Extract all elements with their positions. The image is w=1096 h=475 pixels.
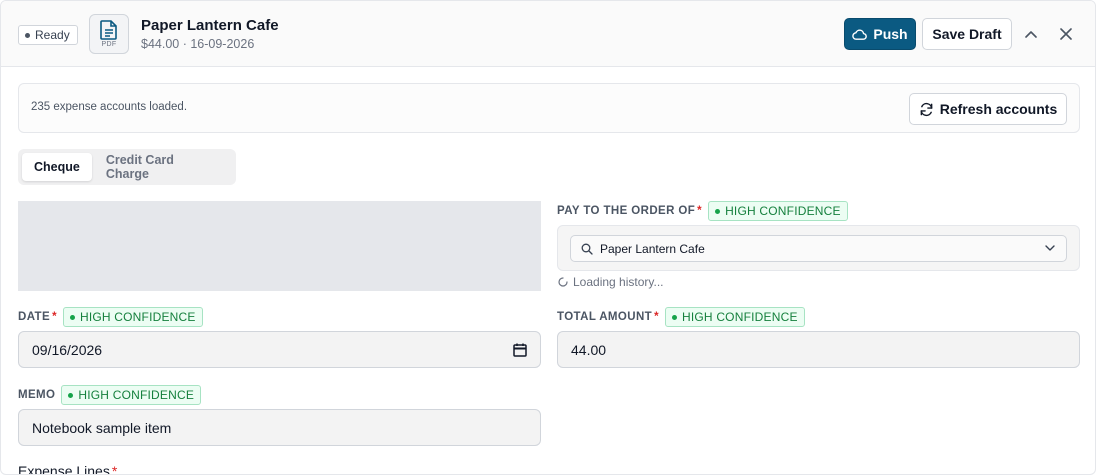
- payee-label-row: PAY TO THE ORDER OF * HIGH CONFIDENCE: [557, 201, 848, 221]
- confidence-badge: HIGH CONFIDENCE: [664, 307, 805, 327]
- close-icon: [1060, 28, 1072, 40]
- date-value: 09/16/2026: [32, 341, 103, 358]
- memo-label-row: MEMO HIGH CONFIDENCE: [18, 385, 202, 405]
- push-button[interactable]: Push: [844, 18, 916, 50]
- payee-label: PAY TO THE ORDER OF *: [557, 205, 703, 217]
- save-draft-button[interactable]: Save Draft: [922, 18, 1012, 50]
- payee-field-container: Paper Lantern Cafe: [557, 225, 1080, 271]
- collapse-button[interactable]: [1021, 24, 1041, 44]
- close-button[interactable]: [1056, 24, 1076, 44]
- tab-credit-card-charge[interactable]: Credit Card Charge: [94, 153, 232, 181]
- refresh-label: Refresh accounts: [939, 101, 1058, 117]
- required-mark: *: [52, 311, 57, 323]
- receipt-image-placeholder: [18, 201, 541, 291]
- required-mark: *: [111, 463, 118, 475]
- date-label: DATE *: [18, 311, 57, 323]
- document-subtitle: $44.00 · 16-09-2026: [141, 37, 255, 51]
- chevron-up-icon: [1025, 31, 1037, 38]
- status-badge: Ready: [18, 25, 78, 45]
- date-label-row: DATE * HIGH CONFIDENCE: [18, 307, 203, 327]
- document-icon: [100, 20, 117, 40]
- calendar-icon[interactable]: [513, 343, 527, 357]
- transaction-type-tabs: Cheque Credit Card Charge: [18, 149, 236, 185]
- confidence-dot: [68, 392, 74, 398]
- confidence-dot: [69, 314, 75, 320]
- document-title: Paper Lantern Cafe: [141, 17, 279, 34]
- memo-label: MEMO: [18, 389, 56, 401]
- file-type-label: PDF: [101, 41, 117, 48]
- accounts-status: 235 expense accounts loaded.: [31, 101, 188, 113]
- refresh-accounts-button[interactable]: Refresh accounts: [909, 93, 1067, 125]
- status-text: Ready: [35, 28, 70, 42]
- expense-panel: Ready PDF Paper Lantern Cafe $44.00 · 16…: [0, 0, 1096, 475]
- payee-select[interactable]: Paper Lantern Cafe: [570, 235, 1067, 262]
- chevron-down-icon: [1045, 245, 1055, 251]
- required-mark: *: [697, 205, 703, 217]
- total-amount-label: TOTAL AMOUNT *: [557, 311, 659, 323]
- status-dot: [25, 32, 30, 38]
- loading-history: Loading history...: [558, 275, 664, 289]
- payee-value: Paper Lantern Cafe: [600, 241, 705, 256]
- total-amount-label-row: TOTAL AMOUNT * HIGH CONFIDENCE: [557, 307, 805, 327]
- panel-header: Ready PDF Paper Lantern Cafe $44.00 · 16…: [1, 1, 1095, 67]
- cloud-icon: [852, 29, 868, 40]
- confidence-badge: HIGH CONFIDENCE: [62, 307, 203, 327]
- expense-lines-heading: Expense Lines *: [18, 463, 118, 475]
- tab-cheque[interactable]: Cheque: [22, 153, 92, 181]
- refresh-icon: [920, 102, 933, 116]
- total-amount-input[interactable]: 44.00: [557, 331, 1080, 368]
- search-icon: [581, 243, 593, 255]
- required-mark: *: [654, 311, 659, 323]
- memo-value: Notebook sample item: [32, 419, 172, 436]
- confidence-dot: [671, 314, 677, 320]
- pdf-file-icon[interactable]: PDF: [89, 14, 129, 54]
- confidence-badge: HIGH CONFIDENCE: [708, 201, 848, 221]
- accounts-bar: 235 expense accounts loaded. Refresh acc…: [18, 83, 1080, 133]
- spinner-icon: [558, 277, 568, 287]
- push-label: Push: [873, 26, 908, 42]
- date-input[interactable]: 09/16/2026: [18, 331, 541, 368]
- total-amount-value: 44.00: [571, 341, 607, 358]
- confidence-dot: [715, 208, 721, 214]
- memo-input[interactable]: Notebook sample item: [18, 409, 541, 446]
- confidence-badge: HIGH CONFIDENCE: [61, 385, 202, 405]
